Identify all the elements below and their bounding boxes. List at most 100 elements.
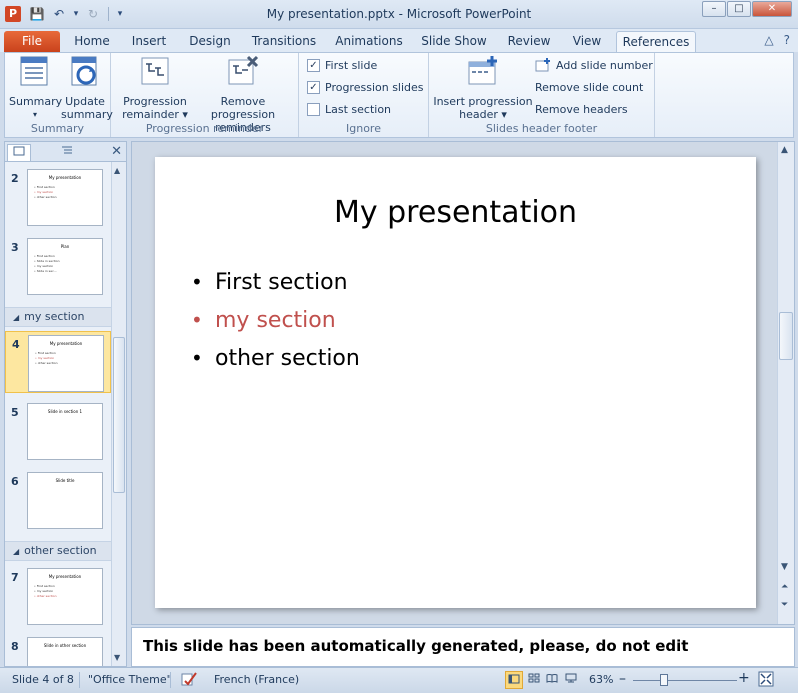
slide-thumbnail[interactable]: 3 Plan • First section • Slide in sectio… (5, 235, 111, 297)
add-slide-number-icon (535, 58, 550, 72)
zoom-slider-track[interactable] (633, 680, 737, 681)
tab-view[interactable]: View (564, 31, 610, 52)
status-separator (79, 672, 80, 688)
slide-thumbnail-selected[interactable]: 4 My presentation • First section • my s… (5, 331, 111, 393)
notes-pane[interactable]: This slide has been automatically genera… (131, 627, 795, 667)
zoom-slider-thumb[interactable] (660, 674, 668, 686)
slide-show-view-button[interactable] (562, 671, 580, 689)
slide-sorter-view-button[interactable] (525, 671, 543, 689)
thumb-line: • other section (34, 195, 57, 199)
bullet-text: First section (215, 269, 348, 295)
slide-thumbnail-preview: Plan • First section • Slide in section … (27, 238, 103, 295)
close-window-button[interactable]: ✕ (752, 1, 792, 17)
progression-slides-checkbox-row[interactable]: ✓ Progression slides (307, 78, 424, 96)
language-status[interactable]: French (France) (214, 673, 299, 686)
thumb-title: My presentation (48, 574, 82, 579)
collapse-section-icon[interactable]: ◢ (13, 313, 19, 322)
insert-header-icon (468, 56, 497, 85)
slides-tab[interactable] (7, 144, 31, 161)
scrollbar-thumb[interactable] (113, 337, 125, 493)
summary-button-label: Summary (9, 95, 63, 108)
scroll-up-arrow[interactable]: ▲ (781, 145, 788, 155)
add-slide-number-button[interactable]: Add slide number (535, 56, 653, 74)
thumb-title: My presentation (49, 341, 83, 346)
last-section-checkbox-row[interactable]: Last section (307, 100, 391, 118)
slide-number: 6 (11, 475, 19, 488)
summary-button[interactable]: Summary ▾ (9, 55, 63, 121)
close-panel-icon[interactable]: ✕ (111, 144, 122, 159)
ignore-group-label: Ignore (346, 122, 381, 135)
tab-animations[interactable]: Animations (330, 31, 408, 52)
current-slide[interactable]: My presentation • First section • my sec… (155, 157, 756, 608)
tab-references[interactable]: References (616, 31, 696, 52)
scroll-down-arrow[interactable]: ▼ (114, 653, 120, 662)
slides-panel-scrollbar[interactable]: ▲ ▼ (111, 162, 126, 666)
thumb-title: Slide title (55, 478, 75, 483)
ribbon-group-summary: Summary ▾ Update summary Summary (5, 53, 113, 137)
normal-view-button[interactable] (505, 671, 523, 689)
theme-status[interactable]: "Office Theme" (88, 673, 172, 686)
tab-review[interactable]: Review (500, 31, 558, 52)
zoom-in-button[interactable]: + (738, 670, 750, 686)
notes-text[interactable]: This slide has been automatically genera… (143, 637, 688, 655)
first-slide-checkbox[interactable]: ✓ (307, 58, 320, 72)
minimize-window-button[interactable]: – (702, 1, 726, 17)
first-slide-checkbox-row[interactable]: ✓ First slide (307, 56, 377, 74)
slide-thumbnail[interactable]: 7 My presentation • First section • my s… (5, 565, 111, 627)
maximize-window-button[interactable]: □ (727, 1, 751, 17)
collapse-section-icon[interactable]: ◢ (13, 547, 19, 556)
scroll-down-arrow[interactable]: ▼ (781, 562, 788, 572)
slide-bullet-list[interactable]: • First section • my section • other sec… (191, 263, 360, 377)
update-summary-icon (71, 56, 97, 86)
thumb-line: • First section (34, 185, 55, 189)
remove-slide-count-button[interactable]: Remove slide count (535, 78, 643, 96)
previous-slide-icon[interactable]: ⏶ (781, 582, 788, 592)
scrollbar-thumb[interactable] (779, 312, 793, 360)
section-header-other-section[interactable]: ◢ other section (5, 541, 111, 561)
spellcheck-icon[interactable] (180, 671, 198, 690)
last-section-checkbox[interactable] (307, 102, 320, 116)
thumb-title: My presentation (48, 175, 82, 180)
help-icon[interactable]: ? (784, 33, 790, 47)
tab-slide-show[interactable]: Slide Show (416, 31, 492, 52)
thumb-line: • my section (34, 190, 54, 194)
slide-thumbnail[interactable]: 6 Slide title (5, 469, 111, 531)
progression-reminder-button[interactable]: Progression remainder ▾ (117, 55, 193, 121)
section-name: other section (24, 544, 97, 557)
thumb-line: • other section (35, 361, 58, 365)
slide-thumbnail-preview: My presentation • First section • my sec… (27, 169, 103, 226)
slide-title[interactable]: My presentation (155, 195, 756, 230)
slide-thumbnail-preview: Slide in section 1 (27, 403, 103, 460)
tab-transitions[interactable]: Transitions (246, 31, 322, 52)
slide-thumbnail-preview: Slide title (27, 472, 103, 529)
tab-home[interactable]: Home (66, 31, 118, 52)
remove-headers-button[interactable]: Remove headers (535, 100, 628, 118)
zoom-level[interactable]: 63% (589, 673, 613, 686)
thumb-line: • Slide in section (34, 259, 60, 263)
progression-reminder-icon (141, 57, 169, 85)
slide-thumbnail[interactable]: 8 Slide in other section (5, 634, 111, 666)
insert-progression-header-button[interactable]: Insert progression header ▾ (433, 55, 533, 121)
fit-to-window-icon[interactable] (758, 671, 774, 690)
scroll-up-arrow[interactable]: ▲ (114, 166, 120, 175)
slide-thumbnail[interactable]: 2 My presentation • First section • my s… (5, 166, 111, 228)
reading-view-button[interactable] (543, 671, 561, 689)
slide-count-status: Slide 4 of 8 (12, 673, 74, 686)
slide-vertical-scrollbar[interactable]: ▲ ▼ ⏶ ⏷ (777, 142, 794, 624)
tab-insert[interactable]: Insert (122, 31, 176, 52)
zoom-out-button[interactable]: – (619, 671, 626, 687)
thumb-line: • First section (35, 351, 56, 355)
remove-progression-icon (228, 55, 259, 85)
tab-file[interactable]: File (4, 31, 60, 52)
outline-tab[interactable] (55, 144, 79, 161)
last-section-label: Last section (325, 102, 392, 116)
slide-number: 5 (11, 406, 19, 419)
section-header-my-section[interactable]: ◢ my section (5, 307, 111, 327)
tab-design[interactable]: Design (182, 31, 238, 52)
next-slide-icon[interactable]: ⏷ (781, 600, 788, 610)
minimize-ribbon-icon[interactable]: △ (764, 33, 773, 47)
progression-slides-checkbox[interactable]: ✓ (307, 80, 320, 94)
summary-dropdown-icon: ▾ (32, 110, 37, 119)
update-summary-button[interactable]: Update summary (61, 55, 113, 121)
slide-thumbnail[interactable]: 5 Slide in section 1 (5, 400, 111, 462)
